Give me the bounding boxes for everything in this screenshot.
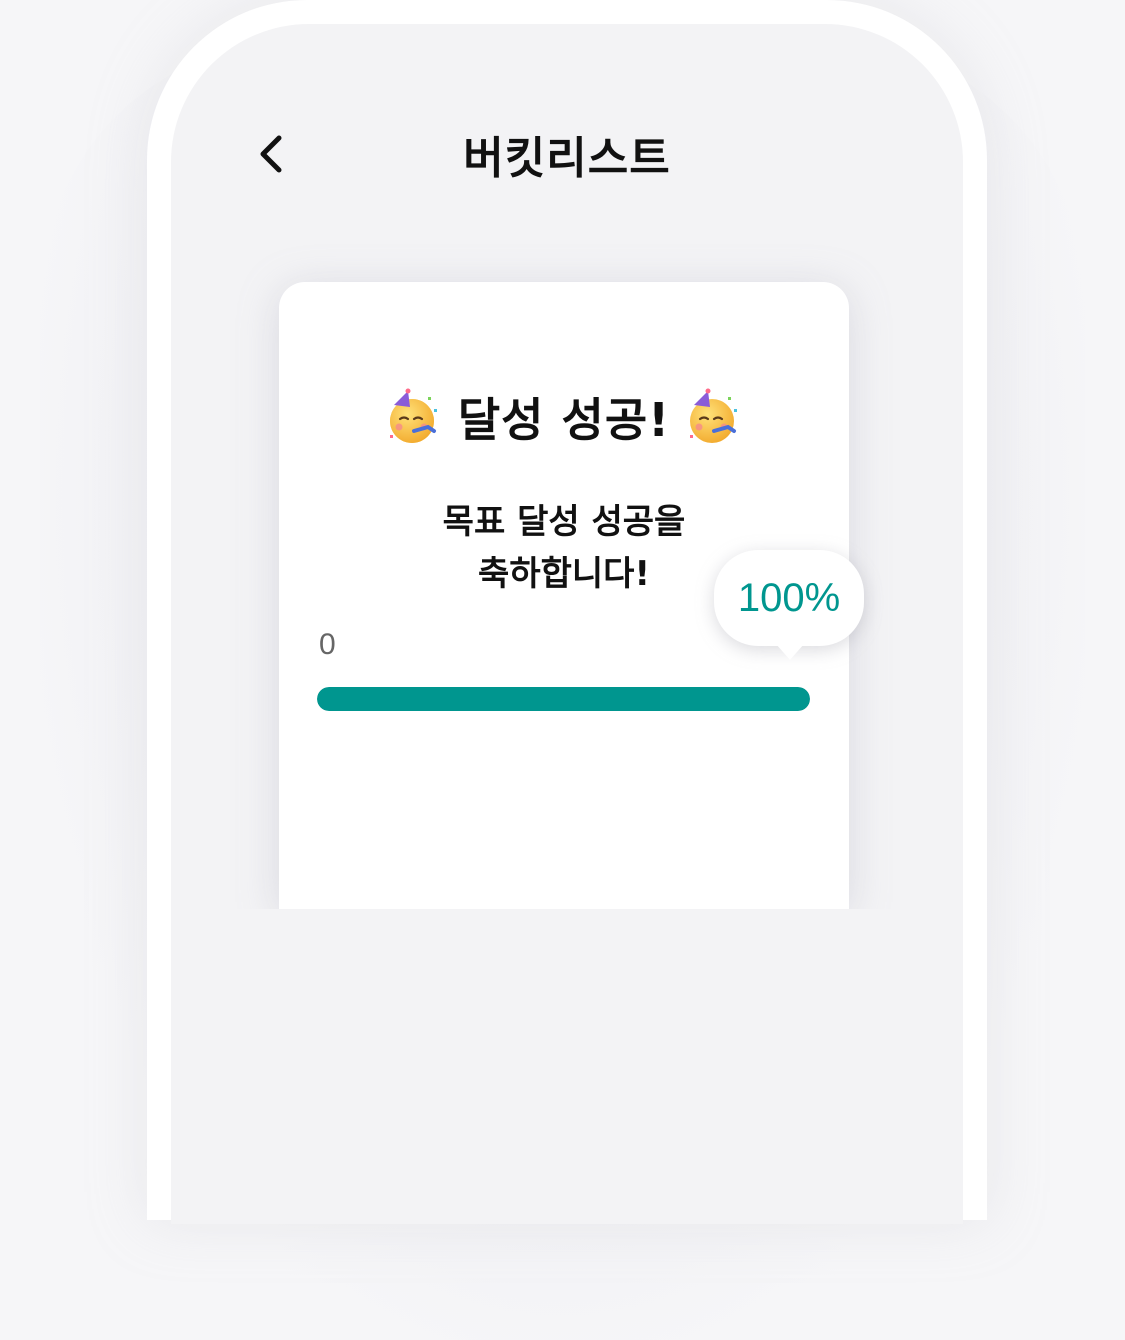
app-screen: 버킷리스트 달성 성공! 목표 달성 성공을 축하합니다! 0 100% (171, 24, 963, 1224)
progress-percent-text: 100% (737, 575, 841, 620)
top-bar: 버킷리스트 (171, 104, 963, 200)
progress-bar (317, 687, 810, 711)
achievement-card: 달성 성공! 목표 달성 성공을 축하합니다! 0 100% (279, 282, 864, 909)
progress-min-label: 0 (319, 628, 336, 661)
bottom-overlay (171, 909, 963, 1224)
partying-face-icon (690, 388, 738, 443)
page-title: 버킷리스트 (463, 133, 671, 184)
card-title-row: 달성 성공! (279, 382, 849, 452)
phone-frame: 버킷리스트 달성 성공! 목표 달성 성공을 축하합니다! 0 100% (147, 0, 987, 1224)
partying-face-icon (389, 388, 437, 443)
progress-tooltip: 100% (714, 550, 864, 660)
message-line-1: 목표 달성 성공을 (442, 502, 686, 542)
card-title: 달성 성공! (457, 393, 671, 447)
progress-bar-fill (317, 687, 810, 711)
